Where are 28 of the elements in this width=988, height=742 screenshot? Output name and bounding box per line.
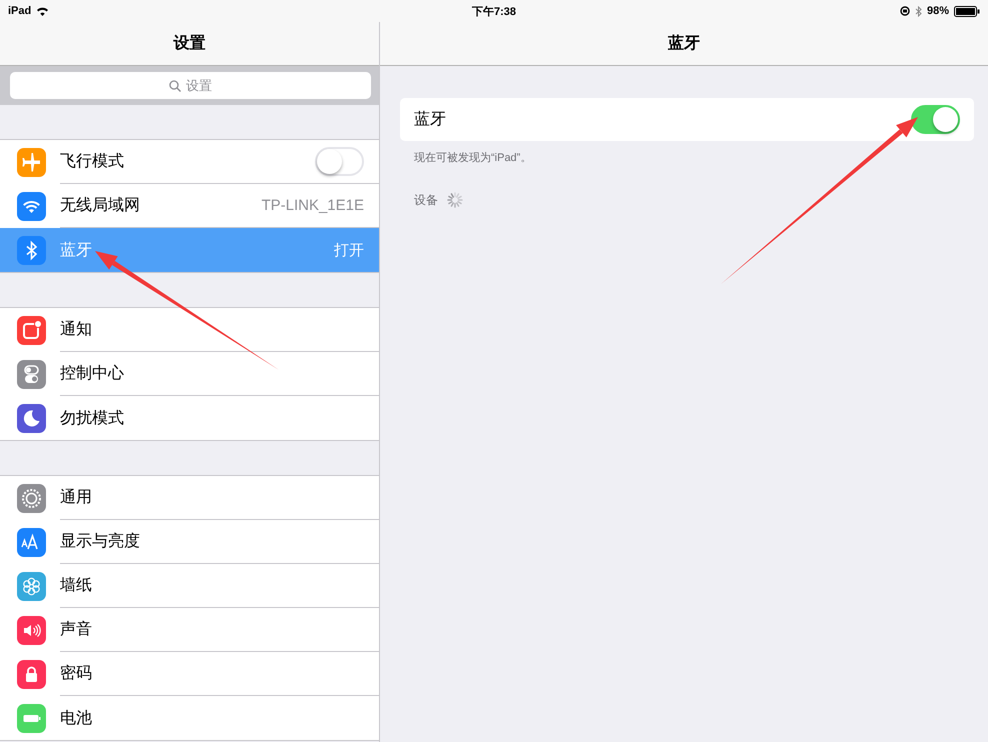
settings-row[interactable]: 勿扰模式 (0, 396, 379, 440)
search-icon (169, 80, 181, 92)
settings-row[interactable]: 密码 (0, 652, 379, 696)
page-title: 蓝牙 (668, 34, 700, 54)
settings-row[interactable]: 无线局域网 TP-LINK_1E1E (0, 184, 379, 228)
discoverable-note: 现在可被发现为“iPad”。 (413, 151, 532, 165)
settings-row[interactable]: 墙纸 (0, 564, 379, 608)
settings-row[interactable]: 声音 (0, 608, 379, 652)
clock-time: 下午7:38 (472, 6, 516, 18)
settings-row[interactable]: 电池 (0, 696, 379, 740)
wifi-icon (36, 6, 50, 16)
settings-row[interactable]: 通知 (0, 308, 379, 352)
sidebar-title: 设置 (174, 34, 206, 54)
settings-row[interactable]: 飞行模式 (0, 140, 379, 184)
setting-value: TP-LINK_1E1E (261, 197, 364, 214)
settings-row[interactable]: 显示与亮度 (0, 520, 379, 564)
setting-label: 蓝牙 (414, 110, 446, 130)
settings-row[interactable]: 通用 (0, 476, 379, 520)
toggle-switch[interactable] (911, 105, 960, 134)
section-header: 设备 (414, 192, 438, 208)
settings-row[interactable]: 控制中心 (0, 352, 379, 396)
loading-spinner-icon (446, 191, 464, 209)
rotation-lock-icon (900, 6, 910, 16)
setting-value: 打开 (334, 240, 364, 260)
bluetooth-icon (914, 6, 922, 16)
battery-percent: 98% (926, 5, 949, 17)
battery-icon (954, 6, 980, 16)
device-name: iPad (8, 5, 32, 17)
